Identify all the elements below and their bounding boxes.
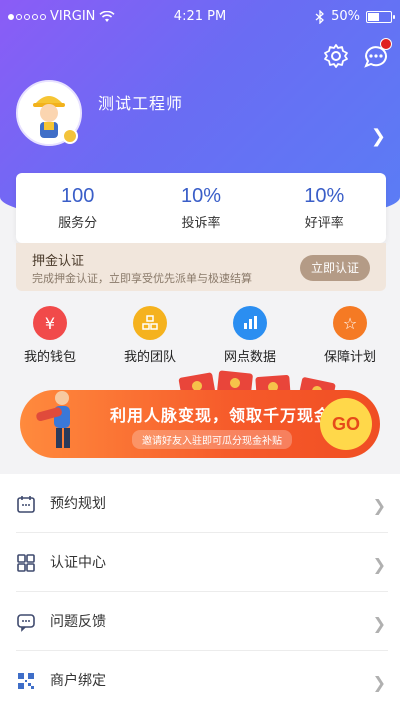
person-carrying-icon [36, 391, 70, 448]
profile-chevron-right-icon[interactable]: ❯ [371, 126, 386, 147]
banner-subtitle: 邀请好友入驻即可瓜分现金补贴 [132, 430, 292, 449]
go-button[interactable]: GO [320, 398, 372, 450]
chevron-right-icon: ❯ [372, 496, 386, 515]
quick-item-label: 我的团队 [123, 350, 176, 365]
calendar-icon [17, 496, 35, 513]
chart-icon [233, 306, 267, 340]
messages-button[interactable] [362, 38, 392, 70]
banner-title: 利用人脉变现，领取千万现金 [110, 406, 332, 425]
deposit-desc: 完成押金认证，立即享受优先派单与极速结算 [32, 272, 252, 285]
qrcode-icon [18, 673, 34, 689]
quick-actions: ¥ 我的钱包 我的团队 网点数据 ☆ 保障计划 [0, 300, 400, 370]
referral-banner[interactable]: 利用人脉变现，领取千万现金 邀请好友入驻即可瓜分现金补贴 GO [20, 390, 380, 458]
feedback-icon [17, 614, 35, 632]
stat-label: 好评率 [304, 216, 344, 231]
stat-praise-rate[interactable]: 10% 好评率 [269, 185, 379, 231]
status-bar: VIRGIN 4:21 PM 50% [0, 0, 400, 34]
quick-item-label: 保障计划 [323, 350, 376, 365]
stat-value: 100 [60, 185, 95, 207]
menu-item-label: 问题反馈 [50, 614, 106, 630]
stat-value: 10% [180, 185, 221, 207]
menu-list: 预约规划 ❯ 认证中心 ❯ 问题反馈 ❯ 商户绑定 ❯ [0, 474, 400, 710]
chevron-right-icon: ❯ [372, 614, 386, 633]
deposit-title: 押金认证 [32, 254, 85, 269]
team-icon [133, 306, 167, 340]
chevron-right-icon: ❯ [372, 555, 386, 574]
settings-button[interactable] [322, 42, 350, 70]
quick-item-label: 网点数据 [223, 350, 276, 365]
menu-item-merchant-binding[interactable]: 商户绑定 ❯ [0, 651, 400, 710]
deposit-verify-button[interactable]: 立即认证 [300, 255, 370, 281]
chevron-right-icon: ❯ [372, 673, 386, 692]
menu-item-feedback[interactable]: 问题反馈 ❯ [0, 592, 400, 651]
menu-item-label: 商户绑定 [50, 673, 106, 689]
stat-label: 投诉率 [181, 216, 221, 231]
quick-item-branch-data[interactable]: 网点数据 [205, 300, 295, 370]
menu-item-certification[interactable]: 认证中心 ❯ [0, 533, 400, 592]
quick-item-team[interactable]: 我的团队 [105, 300, 195, 370]
deposit-banner: 押金认证 完成押金认证，立即享受优先派单与极速结算 立即认证 [16, 243, 386, 291]
stat-label: 服务分 [58, 216, 98, 231]
stats-card: 100 服务分 10% 投诉率 10% 好评率 [16, 173, 386, 243]
menu-item-label: 预约规划 [50, 496, 106, 512]
star-icon: ☆ [333, 306, 367, 340]
menu-item-label: 认证中心 [50, 555, 106, 571]
gear-icon [324, 44, 348, 68]
stat-value: 10% [304, 185, 345, 207]
quick-item-wallet[interactable]: ¥ 我的钱包 [5, 300, 95, 370]
status-right: 50% [315, 9, 395, 24]
stat-service-score[interactable]: 100 服务分 [23, 185, 133, 231]
bluetooth-icon [315, 9, 325, 24]
stat-complaint-rate[interactable]: 10% 投诉率 [146, 185, 256, 231]
username: 测试工程师 [98, 94, 184, 113]
battery-icon [366, 10, 395, 23]
verified-badge-icon [62, 128, 78, 144]
quick-item-label: 我的钱包 [23, 350, 76, 365]
menu-item-appointment[interactable]: 预约规划 ❯ [0, 474, 400, 533]
battery-percent: 50% [331, 9, 360, 24]
quick-item-protection-plan[interactable]: ☆ 保障计划 [305, 300, 395, 370]
grid-icon [17, 554, 35, 572]
wallet-icon: ¥ [33, 306, 67, 340]
unread-badge [380, 38, 392, 50]
